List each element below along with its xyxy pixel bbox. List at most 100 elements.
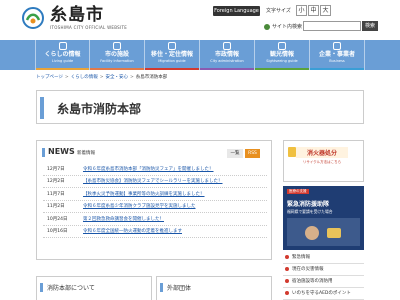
breadcrumb-separator: > [64, 75, 69, 80]
search-icon [264, 23, 270, 30]
breadcrumb-item[interactable]: くらしの情報 [71, 75, 98, 80]
fire-extinguisher-disposal-banner[interactable]: 消火器処分 リサイクル方法はこちら [283, 140, 364, 182]
section-title: 外部団体 [167, 285, 192, 292]
nav-item-migration[interactable]: 移住・定住情報 Migration guide [145, 40, 200, 70]
news-subtitle: 新着情報 [77, 151, 95, 156]
nav-label: 観光情報 [269, 51, 294, 58]
banner1-title: 消火器処分 [296, 147, 348, 158]
briefcase-icon [333, 42, 341, 50]
house-icon [58, 42, 67, 50]
side-link-label: 宿泊施設等の消防用 [292, 279, 333, 284]
news-accent-bar [42, 148, 45, 157]
nav-item-administration[interactable]: 市政情報 City administration [200, 40, 255, 70]
news-date: 10月16日 [47, 229, 68, 235]
breadcrumb-current: 糸島市消防本部 [135, 75, 168, 80]
banner2-title: 緊急消防援助隊 [287, 201, 330, 208]
site-logo-subtitle: ITOSHIMA CITY OFFICIAL WEBSITE [50, 25, 128, 30]
side-link-label: 現在の災害情報 [292, 267, 324, 272]
nav-label: 市政情報 [214, 51, 239, 58]
page-title-box: 糸島市消防本部 [36, 90, 364, 124]
banner2-tag: 医療の支援 [287, 189, 309, 194]
banner1-content: 消火器処分 リサイクル方法はこちら [296, 147, 348, 177]
news-date: 11月7日 [47, 191, 65, 197]
banner2-subtitle: 福岡県で要請を受けた場合 [287, 209, 333, 214]
section-accent-bar [160, 283, 163, 292]
font-size-large-button[interactable]: 大 [320, 5, 331, 16]
fire-extinguisher-icon [288, 147, 296, 157]
news-row: 10月16日 令和６年度全国統一防火運動の定着を推進します [43, 226, 267, 238]
side-link-aed[interactable]: いのちを守るAEDのポイント [283, 288, 364, 300]
side-link-lodging[interactable]: 宿泊施設等の消防用 [283, 276, 364, 288]
news-list-button[interactable]: 一覧 [227, 149, 243, 158]
breadcrumb-item[interactable]: 安全・安心 [105, 75, 128, 80]
news-row: 11月7日 【秋季火災予防運動】事業所等の防火訓練を実施しました！ [43, 188, 267, 201]
about-fire-department-section: 消防本部について [36, 276, 152, 300]
breadcrumb-item[interactable]: トップページ [36, 75, 63, 80]
city-hall-icon [223, 42, 231, 50]
camera-icon [278, 42, 286, 50]
building-icon [113, 42, 121, 50]
nav-accent [145, 68, 199, 70]
city-emblem-icon[interactable] [22, 7, 44, 29]
news-link[interactable]: 令和６年度全国統一防火運動の定着を推進します [83, 228, 182, 234]
search-button[interactable]: 検索 [362, 21, 378, 31]
site-logo-title[interactable]: 糸島市 [50, 6, 104, 24]
news-date: 10月24日 [47, 216, 68, 222]
banner1-subtitle: リサイクル方法はこちら [302, 160, 342, 164]
news-date: 11月2日 [47, 204, 65, 210]
news-list: 12月7日 令和６年度糸島市消防本部「消防防災フェア」を開催しました！ 12月2… [43, 163, 267, 238]
news-link[interactable]: 【糸島市防災協会】消防防災フェアでシールラリーを実施しました！ [83, 178, 223, 184]
global-nav: くらしの情報 Living guide 市の施設 Facility inform… [0, 40, 400, 70]
side-link-disaster[interactable]: 現在の災害情報 [283, 264, 364, 276]
news-row: 10月24日 第２回救急救命講習会を開催しました！ [43, 213, 267, 226]
news-link[interactable]: 令和６年度糸島少年消防クラブ施設見学を実施しました [83, 203, 196, 209]
breadcrumb-separator: > [129, 75, 134, 80]
breadcrumb-separator: > [99, 75, 104, 80]
nav-item-facility[interactable]: 市の施設 Facility information [90, 40, 145, 70]
nav-accent [36, 68, 89, 70]
nav-en-label: Business [329, 59, 345, 63]
home-heart-icon [168, 42, 176, 50]
section-title: 消防本部について [47, 285, 95, 292]
nav-accent [90, 68, 144, 70]
side-link-label: いのちを守るAEDのポイント [292, 291, 351, 296]
nav-accent [255, 68, 309, 70]
nav-label: 企業・事業者 [318, 51, 355, 58]
nav-label: 市の施設 [104, 51, 129, 58]
external-organizations-section: 外部団体 [156, 276, 272, 300]
bullet-icon [285, 254, 289, 259]
nav-en-label: City administration [210, 59, 244, 63]
donation-illustration [327, 228, 341, 238]
news-link[interactable]: 令和６年度糸島市消防本部「消防防災フェア」を開催しました！ [83, 166, 214, 172]
nav-en-label: Migration guide [158, 59, 186, 63]
banner2-photo [287, 218, 360, 246]
side-link-label: 緊急情報 [292, 255, 310, 260]
font-size-label: 文字サイズ [266, 8, 291, 14]
emergency-fire-rescue-banner[interactable]: 医療の支援 緊急消防援助隊 福岡県で要請を受けた場合 [283, 186, 364, 250]
section-accent-bar [40, 283, 43, 292]
nav-accent [200, 68, 254, 70]
news-row: 12月2日 【糸島市防災協会】消防防災フェアでシールラリーを実施しました！ [43, 176, 267, 188]
page-title: 糸島市消防本部 [57, 102, 142, 116]
nav-item-business[interactable]: 企業・事業者 Business [310, 40, 365, 70]
news-row: 11月2日 令和６年度糸島少年消防クラブ施設見学を実施しました [43, 201, 267, 213]
site-header: 糸島市 ITOSHIMA CITY OFFICIAL WEBSITE Forei… [0, 0, 400, 38]
font-size-medium-button[interactable]: 中 [308, 5, 319, 16]
nav-item-living[interactable]: くらしの情報 Living guide [35, 40, 90, 70]
news-link[interactable]: 第２回救急救命講習会を開催しました！ [83, 216, 164, 222]
news-link[interactable]: 【秋季火災予防運動】事業所等の防火訓練を実施しました！ [83, 191, 205, 197]
news-date: 12月7日 [47, 166, 65, 172]
nav-en-label: Living guide [51, 59, 74, 63]
search-input[interactable] [303, 21, 361, 31]
font-size-small-button[interactable]: 小 [296, 5, 307, 16]
rss-button[interactable]: RSS [245, 149, 260, 158]
bullet-icon [285, 266, 289, 271]
nav-en-label: Facility information [100, 59, 134, 63]
title-accent-bar [40, 97, 44, 119]
nav-label: くらしの情報 [44, 51, 81, 58]
foreign-language-button[interactable]: Foreign Language [213, 6, 260, 16]
nav-item-sightseeing[interactable]: 観光情報 Sightseeing guide [255, 40, 310, 70]
site-search-label: サイト内検索 [264, 23, 302, 30]
side-link-emergency[interactable]: 緊急情報 [283, 252, 364, 264]
nav-accent [310, 68, 364, 70]
